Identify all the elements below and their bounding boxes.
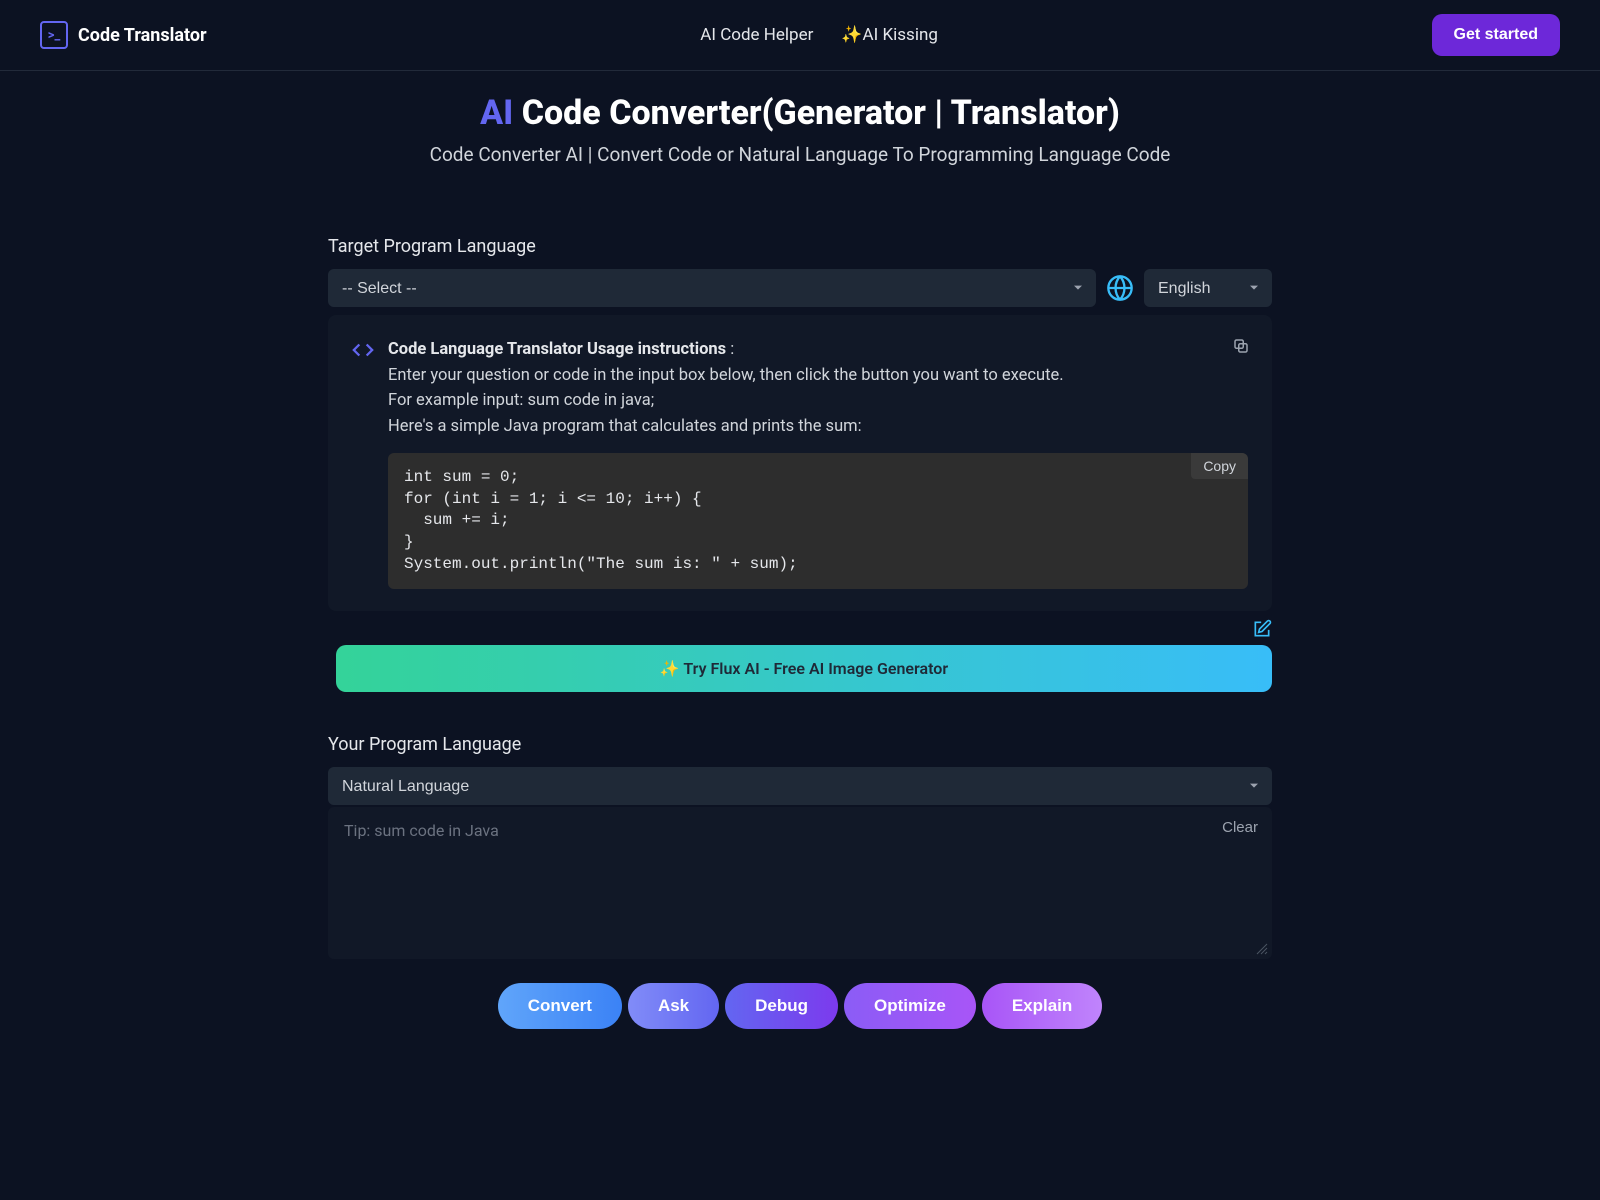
debug-button[interactable]: Debug bbox=[725, 983, 838, 1029]
logo-text: Code Translator bbox=[78, 25, 207, 46]
globe-icon bbox=[1106, 274, 1134, 302]
code-input-box: Clear bbox=[328, 807, 1272, 959]
action-buttons: Convert Ask Debug Optimize Explain bbox=[328, 983, 1272, 1029]
edit-icon[interactable] bbox=[1252, 619, 1272, 639]
example-code: int sum = 0; for (int i = 1; i <= 10; i+… bbox=[388, 453, 1248, 589]
nav-ai-kissing[interactable]: ✨AI Kissing bbox=[841, 25, 938, 45]
copy-code-button[interactable]: Copy bbox=[1191, 453, 1248, 479]
instructions-text: Code Language Translator Usage instructi… bbox=[388, 337, 1248, 589]
code-input[interactable] bbox=[344, 821, 1256, 941]
nav-code-helper[interactable]: AI Code Helper bbox=[700, 25, 813, 45]
promo-banner[interactable]: ✨ Try Flux AI - Free AI Image Generator bbox=[336, 645, 1272, 692]
target-row: -- Select -- English bbox=[328, 269, 1272, 307]
optimize-button[interactable]: Optimize bbox=[844, 983, 976, 1029]
title-rest: Code Converter(Generator | Translator) bbox=[513, 93, 1120, 133]
copy-icon[interactable] bbox=[1232, 337, 1250, 355]
instructions-title: Code Language Translator Usage instructi… bbox=[388, 340, 726, 359]
page-title: AI Code Converter(Generator | Translator… bbox=[0, 93, 1600, 133]
target-language-select[interactable]: -- Select -- bbox=[328, 269, 1096, 307]
title-ai: AI bbox=[480, 93, 513, 133]
convert-button[interactable]: Convert bbox=[498, 983, 622, 1029]
your-language-select[interactable]: Natural Language bbox=[328, 767, 1272, 805]
app-header: >_ Code Translator AI Code Helper ✨AI Ki… bbox=[0, 0, 1600, 71]
instructions-line3: Here's a simple Java program that calcul… bbox=[388, 417, 862, 436]
code-icon bbox=[352, 339, 374, 361]
hero: AI Code Converter(Generator | Translator… bbox=[0, 93, 1600, 166]
clear-button[interactable]: Clear bbox=[1222, 819, 1258, 836]
page-subtitle: Code Converter AI | Convert Code or Natu… bbox=[0, 143, 1600, 166]
instructions-line2: For example input: sum code in java; bbox=[388, 391, 654, 410]
example-code-block: Copy int sum = 0; for (int i = 1; i <= 1… bbox=[388, 453, 1248, 589]
instructions-line1: Enter your question or code in the input… bbox=[388, 366, 1064, 385]
your-language-label: Your Program Language bbox=[328, 734, 1272, 755]
ui-language-select[interactable]: English bbox=[1144, 269, 1272, 307]
logo-icon: >_ bbox=[40, 21, 68, 49]
main-container: Target Program Language -- Select -- Eng… bbox=[328, 236, 1272, 1029]
resize-handle-icon[interactable] bbox=[1256, 943, 1268, 955]
your-section: Your Program Language Natural Language C… bbox=[328, 734, 1272, 959]
get-started-button[interactable]: Get started bbox=[1432, 14, 1560, 56]
target-language-label: Target Program Language bbox=[328, 236, 1272, 257]
explain-button[interactable]: Explain bbox=[982, 983, 1102, 1029]
header-nav: AI Code Helper ✨AI Kissing bbox=[700, 25, 938, 45]
ask-button[interactable]: Ask bbox=[628, 983, 719, 1029]
logo-group[interactable]: >_ Code Translator bbox=[40, 21, 207, 49]
edit-row bbox=[328, 619, 1272, 639]
instructions-box: Code Language Translator Usage instructi… bbox=[328, 315, 1272, 611]
